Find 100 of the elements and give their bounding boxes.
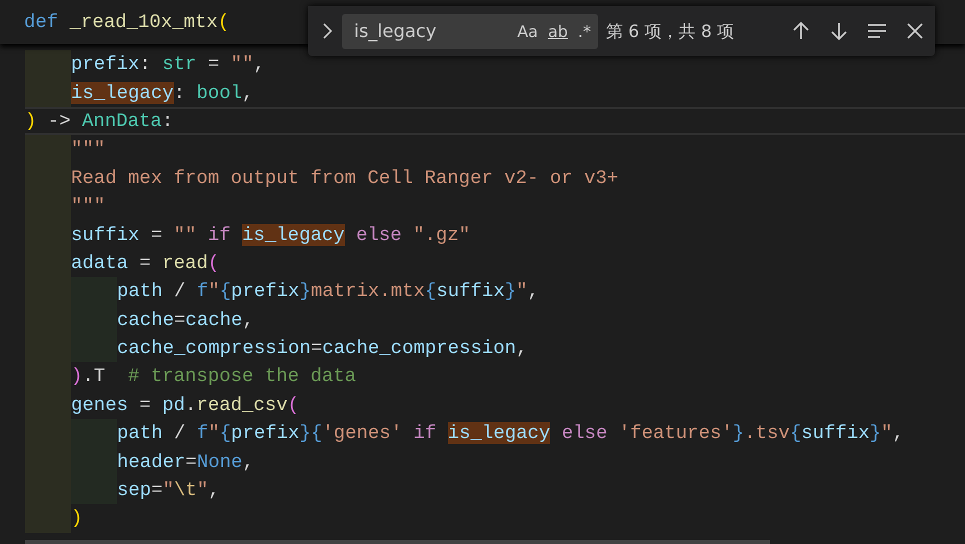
code-token: read_csv bbox=[196, 394, 288, 416]
code-token: , bbox=[516, 337, 528, 360]
code-token: = bbox=[150, 224, 164, 246]
code-token: f bbox=[196, 280, 208, 302]
code-token: , bbox=[242, 82, 254, 104]
code-token: def bbox=[24, 11, 60, 33]
code-token: is_legacy bbox=[71, 82, 174, 104]
code-token: " bbox=[208, 422, 220, 444]
code-token: -> bbox=[46, 110, 72, 132]
code-token: } bbox=[870, 422, 882, 444]
horizontal-scrollbar[interactable] bbox=[25, 540, 770, 544]
code-token: = bbox=[206, 53, 220, 76]
code-token: cache bbox=[117, 308, 174, 331]
code-token: if bbox=[412, 422, 438, 444]
code-token: suffix bbox=[801, 422, 870, 444]
code-token: "" bbox=[230, 53, 254, 76]
code-token: cache_compression bbox=[117, 337, 311, 360]
code-token: is_legacy bbox=[448, 422, 550, 444]
code-token: cache_compression bbox=[322, 337, 516, 360]
code-token: ) bbox=[25, 110, 36, 132]
code-token: """ bbox=[71, 138, 106, 160]
code-token: 'genes' bbox=[322, 422, 402, 444]
search-option-button[interactable]: ab bbox=[544, 20, 571, 42]
code-token: { bbox=[790, 422, 802, 444]
code-token: : bbox=[162, 110, 174, 132]
code-token: , bbox=[208, 479, 220, 502]
code-token: cache bbox=[185, 308, 242, 331]
code-token: = bbox=[151, 479, 163, 502]
code-token: path bbox=[117, 422, 163, 444]
code-token: { bbox=[220, 280, 232, 302]
code-token: = bbox=[174, 308, 186, 331]
code-token: # transpose the data bbox=[128, 365, 356, 388]
code-token: . bbox=[185, 394, 196, 416]
code-token: if bbox=[206, 224, 232, 246]
code-token: , bbox=[242, 450, 254, 473]
code-token: _read_10x_mtx bbox=[70, 11, 218, 33]
code-token: { bbox=[220, 422, 232, 444]
code-token: AnnData bbox=[82, 110, 162, 132]
code-token: """ bbox=[71, 195, 106, 218]
code-token: ".gz" bbox=[413, 224, 470, 246]
code-token: ( bbox=[218, 11, 230, 33]
code-token: is_legacy bbox=[242, 224, 345, 246]
code-token: matrix.mtx bbox=[310, 280, 425, 302]
code-token: ( bbox=[208, 252, 220, 274]
code-token: / bbox=[173, 280, 186, 302]
code-token: pd bbox=[162, 394, 186, 416]
search-field[interactable]: is_legacy Aa ab .* bbox=[342, 14, 598, 48]
indent-guide bbox=[25, 78, 71, 107]
code-token: read bbox=[162, 252, 208, 274]
code-token: else bbox=[560, 422, 608, 444]
code-token: " bbox=[516, 280, 528, 302]
code-token: prefix bbox=[231, 422, 300, 444]
code-token: Read mex from output from Cell Ranger v2- or v3+ bbox=[71, 166, 618, 189]
code-token: , bbox=[892, 422, 904, 444]
code-token: , bbox=[253, 53, 265, 76]
search-option-button[interactable]: Aa bbox=[514, 20, 541, 42]
code-token: suffix bbox=[71, 224, 140, 246]
code-token: .tsv bbox=[744, 422, 790, 444]
code-token: } bbox=[732, 422, 744, 444]
code-token: 'features' bbox=[618, 422, 733, 444]
code-token: = bbox=[138, 394, 152, 416]
code-token: .T bbox=[82, 365, 106, 388]
chevron-icon bbox=[321, 22, 333, 40]
code-token: = bbox=[310, 337, 322, 360]
code-token: } bbox=[504, 280, 516, 302]
code-token: , bbox=[528, 280, 539, 302]
code-token: " bbox=[196, 479, 208, 502]
indent-guide bbox=[25, 50, 71, 78]
code-token: None bbox=[196, 450, 242, 473]
code-token: " bbox=[162, 479, 174, 502]
code-token: f bbox=[196, 422, 208, 444]
code-token: : bbox=[174, 82, 186, 104]
code-token: ) bbox=[71, 507, 82, 530]
code-token: = bbox=[185, 450, 197, 473]
code-token: bool bbox=[196, 82, 242, 104]
code-token: " bbox=[208, 280, 220, 302]
code-token: adata bbox=[71, 252, 128, 274]
code-token: } bbox=[299, 280, 311, 302]
code-token: \t bbox=[174, 479, 197, 502]
search-option-button[interactable]: .* bbox=[574, 20, 594, 42]
code-token: , bbox=[242, 308, 254, 331]
code-token: " bbox=[881, 422, 892, 444]
code-token: ) bbox=[71, 365, 82, 388]
code-token: }{ bbox=[299, 422, 322, 444]
code-token: prefix bbox=[71, 53, 140, 76]
code-token: = bbox=[138, 252, 152, 274]
code-token: prefix bbox=[231, 280, 300, 302]
code-token: str bbox=[162, 53, 196, 76]
match-count: 第 6 项，共 8 项 bbox=[606, 20, 734, 42]
code-token: genes bbox=[71, 394, 128, 416]
code-token: else bbox=[355, 224, 403, 246]
code-token: path bbox=[117, 280, 163, 302]
code-token: sep bbox=[117, 479, 152, 502]
code-token: ( bbox=[288, 394, 300, 416]
code-token: suffix bbox=[436, 280, 505, 302]
code-token: { bbox=[424, 280, 436, 302]
code-token: / bbox=[173, 422, 186, 444]
code-token: "" bbox=[174, 224, 196, 246]
code-token: header bbox=[117, 450, 186, 473]
code-token: : bbox=[139, 53, 152, 76]
